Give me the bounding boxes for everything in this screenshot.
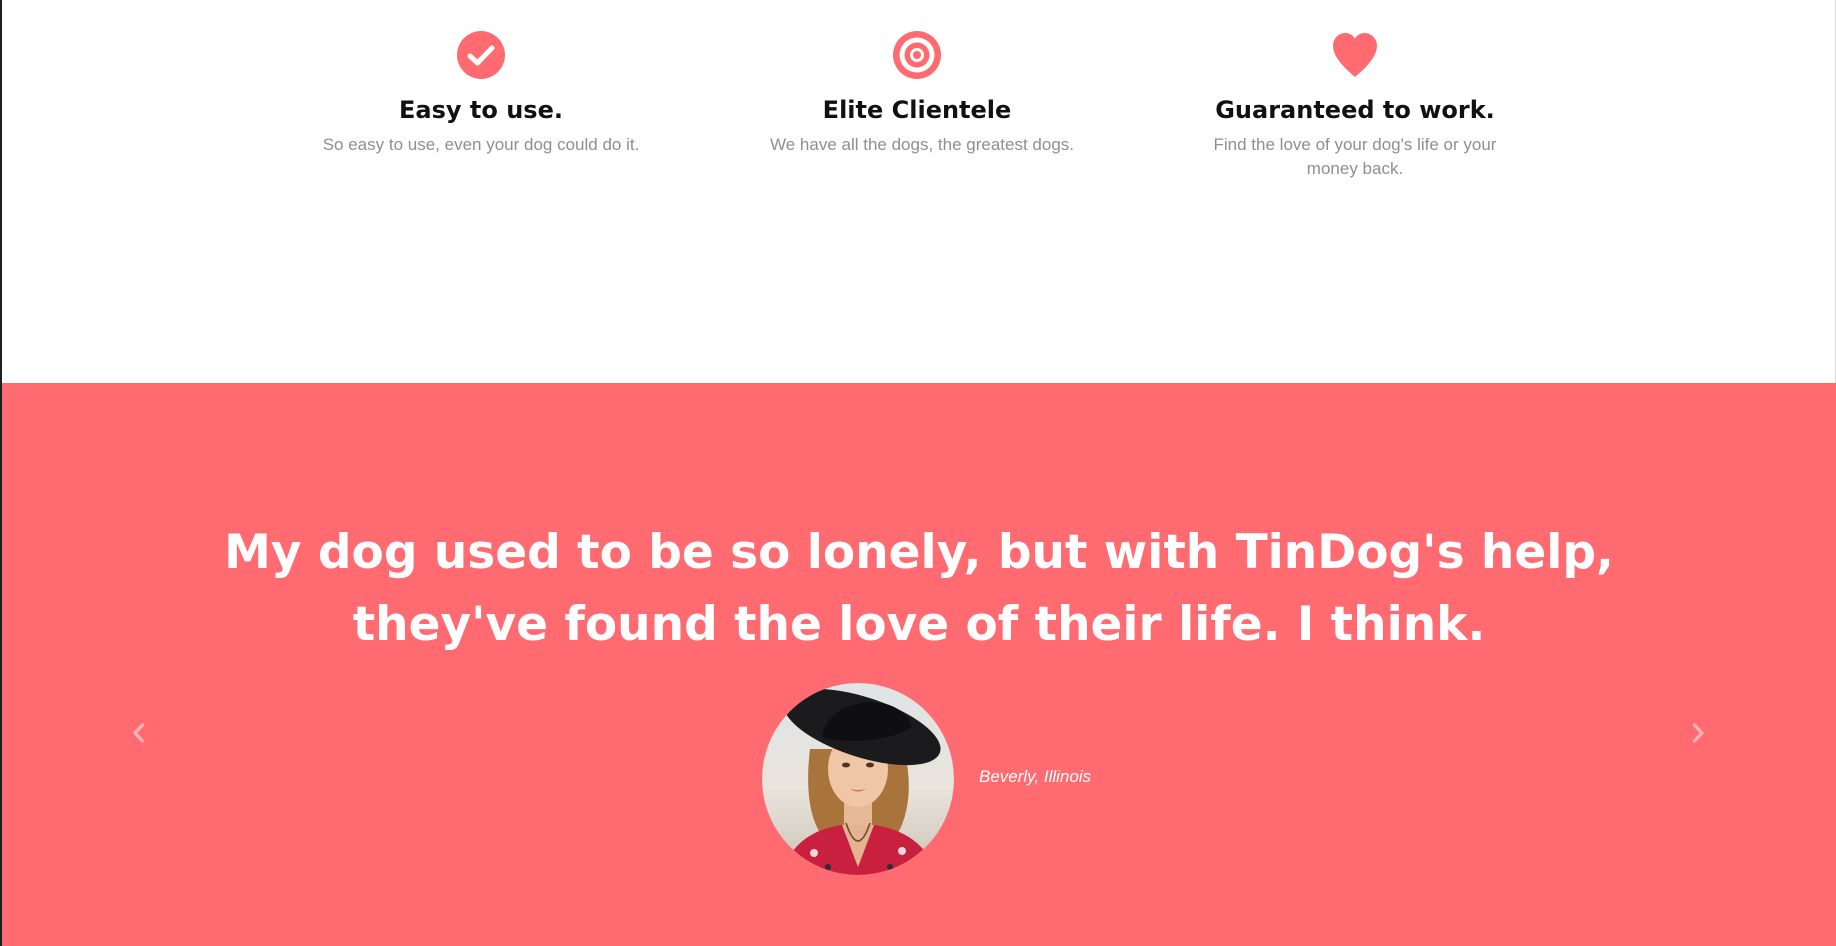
testimonial-avatar — [762, 683, 954, 875]
check-circle-icon — [457, 31, 505, 79]
feature-text: So easy to use, even your dog could do i… — [322, 135, 640, 154]
testimonial-caption: Beverly, Illinois — [979, 767, 1092, 786]
chevron-right-icon — [1692, 723, 1704, 743]
feature-title: Easy to use. — [399, 96, 563, 124]
bullseye-icon — [893, 31, 941, 79]
feature-elite-clientele: Elite Clientele We have all the dogs, th… — [752, 29, 1082, 157]
feature-text: Find the love of your dog's life or your… — [1213, 135, 1497, 178]
left-window-edge — [0, 0, 2, 946]
carousel-prev-button[interactable] — [109, 688, 169, 778]
feature-easy-to-use: Easy to use. So easy to use, even your d… — [316, 29, 646, 157]
testimonials-section: My dog used to be so lonely, but with Ti… — [2, 383, 1836, 946]
features-section: Easy to use. So easy to use, even your d… — [2, 0, 1836, 383]
feature-text: We have all the dogs, the greatest dogs. — [770, 135, 1074, 154]
page: Easy to use. So easy to use, even your d… — [0, 0, 1836, 946]
chevron-left-icon — [133, 723, 145, 743]
feature-guaranteed-to-work: Guaranteed to work. Find the love of you… — [1190, 29, 1520, 181]
testimonial-quote: My dog used to be so lonely, but with Ti… — [224, 525, 1614, 652]
feature-title: Guaranteed to work. — [1215, 96, 1495, 124]
feature-title: Elite Clientele — [822, 96, 1012, 124]
heart-icon — [1333, 33, 1377, 77]
carousel-next-button[interactable] — [1668, 688, 1728, 778]
